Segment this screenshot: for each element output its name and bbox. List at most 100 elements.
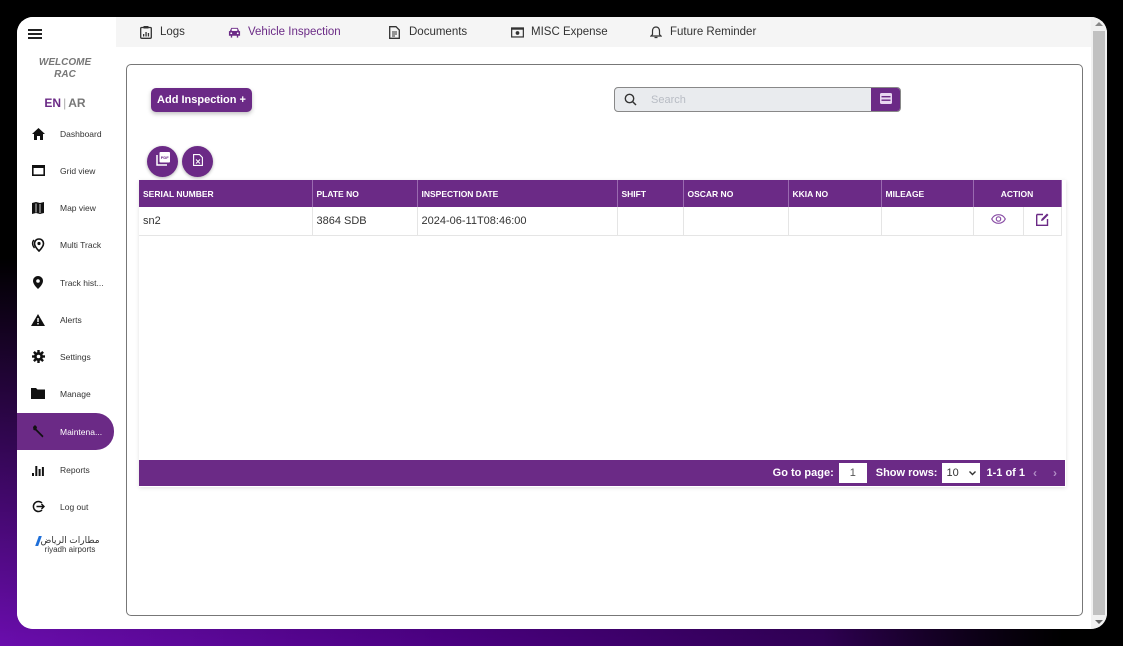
sidebar-item-track-history[interactable]: Track hist...	[17, 264, 114, 301]
cell-oscar-no	[683, 207, 789, 236]
column-header-kkia-no[interactable]: KKIA NO	[788, 180, 882, 207]
gear-icon	[31, 350, 45, 364]
username: RAC	[54, 69, 76, 80]
cell-plate-no: 3864 SDB	[312, 207, 418, 236]
goto-page-label: Go to page:	[772, 467, 834, 479]
scroll-up-arrow-icon[interactable]	[1095, 22, 1103, 26]
home-icon	[31, 127, 45, 141]
prev-page-button[interactable]: ‹	[1033, 466, 1037, 480]
column-header-mileage[interactable]: MILEAGE	[881, 180, 974, 207]
sidebar-item-alerts[interactable]: Alerts	[17, 301, 114, 338]
next-page-button[interactable]: ›	[1053, 466, 1057, 480]
multi-location-icon	[31, 237, 45, 252]
sidebar-item-label: Settings	[60, 351, 91, 362]
svg-text:PDF: PDF	[160, 155, 169, 160]
column-header-inspection-date[interactable]: INSPECTION DATE	[417, 180, 618, 207]
sidebar-item-label: Grid view	[60, 165, 96, 176]
search-input[interactable]	[651, 93, 861, 106]
sidebar-item-settings[interactable]: Settings	[17, 338, 114, 375]
table-row: sn2 3864 SDB 2024-06-11T08:46:00	[139, 207, 1062, 236]
sidebar-item-label: Manage	[60, 388, 91, 399]
sidebar-item-label: Dashboard	[60, 128, 102, 139]
sidebar-item-logout[interactable]: Log out	[17, 488, 114, 525]
page-range-text: 1-1 of 1	[986, 467, 1025, 479]
filter-button[interactable]	[871, 88, 900, 111]
sidebar-item-label: Maintena...	[60, 426, 103, 437]
sidebar-item-reports[interactable]: Reports	[17, 451, 114, 488]
sidebar-item-manage[interactable]: Manage	[17, 375, 114, 412]
map-icon	[31, 201, 45, 215]
scroll-down-arrow-icon[interactable]	[1095, 620, 1103, 624]
rows-per-page-select[interactable]: 10	[942, 463, 981, 483]
lang-ar-button[interactable]: AR	[68, 96, 85, 110]
sidebar-item-maintenance[interactable]: Maintena...	[17, 413, 114, 450]
scrollbar-thumb[interactable]	[1093, 31, 1105, 615]
add-inspection-button[interactable]: Add Inspection +	[151, 88, 252, 112]
window-icon	[31, 164, 45, 178]
sidebar-item-dashboard[interactable]: Dashboard	[17, 115, 114, 152]
location-pin-icon	[31, 276, 45, 290]
logs-icon	[140, 25, 153, 39]
inspection-card: Add Inspection + PDF SERIAL NUMBER	[126, 64, 1083, 616]
lang-separator: |	[63, 96, 67, 110]
folder-icon	[31, 387, 45, 401]
sidebar-item-label: Track hist...	[60, 277, 104, 288]
sidebar-item-map-view[interactable]: Map view	[17, 189, 114, 226]
tab-logs[interactable]: Logs	[140, 17, 185, 47]
tab-label: Vehicle Inspection	[248, 26, 341, 38]
tab-vehicle-inspection[interactable]: Vehicle Inspection	[228, 17, 341, 47]
language-switcher: EN | AR	[17, 96, 113, 110]
app-screen: WELCOME RAC EN | AR Dashboard Grid view Ma…	[17, 17, 1107, 629]
sidebar-item-label: Reports	[60, 464, 90, 475]
wrench-icon	[31, 425, 45, 439]
welcome-text: WELCOME RAC	[17, 57, 113, 81]
welcome-line: WELCOME	[38, 57, 92, 68]
bell-icon	[650, 25, 663, 39]
cell-kkia-no	[788, 207, 882, 236]
filter-icon	[879, 91, 892, 109]
column-header-serial-number[interactable]: SERIAL NUMBER	[139, 180, 313, 207]
cell-inspection-date: 2024-06-11T08:46:00	[417, 207, 618, 236]
pdf-icon: PDF	[155, 152, 170, 171]
tab-label: Future Reminder	[670, 26, 757, 38]
money-icon	[511, 26, 524, 39]
inspection-table: SERIAL NUMBER PLATE NO INSPECTION DATE S…	[139, 180, 1062, 236]
column-header-plate-no[interactable]: PLATE NO	[312, 180, 418, 207]
sidebar-item-multi-track[interactable]: Multi Track	[17, 226, 114, 263]
sidebar-item-grid-view[interactable]: Grid view	[17, 152, 114, 189]
tab-label: MISC Expense	[531, 26, 608, 38]
column-header-oscar-no[interactable]: OSCAR NO	[683, 180, 789, 207]
inspection-table-container: SERIAL NUMBER PLATE NO INSPECTION DATE S…	[139, 180, 1066, 487]
cell-shift	[617, 207, 684, 236]
tab-documents[interactable]: Documents	[389, 17, 467, 47]
logo-english-text: riyadh airports	[44, 545, 96, 554]
sidebar: WELCOME RAC EN | AR Dashboard Grid view Ma…	[17, 17, 116, 629]
tab-future-reminder[interactable]: Future Reminder	[650, 17, 756, 47]
sidebar-item-label: Log out	[60, 501, 89, 512]
search-box	[614, 87, 901, 112]
sidebar-item-label: Alerts	[60, 314, 82, 325]
column-header-shift[interactable]: SHIFT	[617, 180, 684, 207]
lang-en-button[interactable]: EN	[44, 96, 61, 110]
view-button[interactable]	[973, 207, 1024, 236]
bar-chart-icon	[31, 463, 45, 477]
show-rows-label: Show rows:	[875, 467, 938, 479]
export-excel-button[interactable]	[182, 146, 213, 177]
search-icon	[624, 93, 638, 107]
chevron-down-icon	[969, 467, 977, 479]
riyadh-airports-logo: مطارات الرياض riyadh airports	[35, 535, 105, 554]
top-tab-bar: Logs Vehicle Inspection Documents MISC E…	[116, 17, 1091, 47]
vertical-scrollbar[interactable]	[1091, 17, 1107, 629]
export-pdf-button[interactable]: PDF	[147, 146, 178, 177]
eye-icon	[990, 214, 1006, 227]
menu-icon[interactable]	[28, 29, 42, 39]
edit-button[interactable]	[1023, 207, 1062, 236]
tab-misc-expense[interactable]: MISC Expense	[511, 17, 608, 47]
sidebar-item-label: Map view	[60, 202, 96, 213]
logout-icon	[31, 500, 45, 514]
tab-label: Logs	[160, 26, 185, 38]
goto-page-input[interactable]	[838, 463, 867, 483]
edit-icon	[1035, 213, 1049, 229]
pagination-bar: Go to page: Show rows: 10 1-1 of 1 ‹ ›	[139, 460, 1065, 486]
cell-mileage	[881, 207, 974, 236]
